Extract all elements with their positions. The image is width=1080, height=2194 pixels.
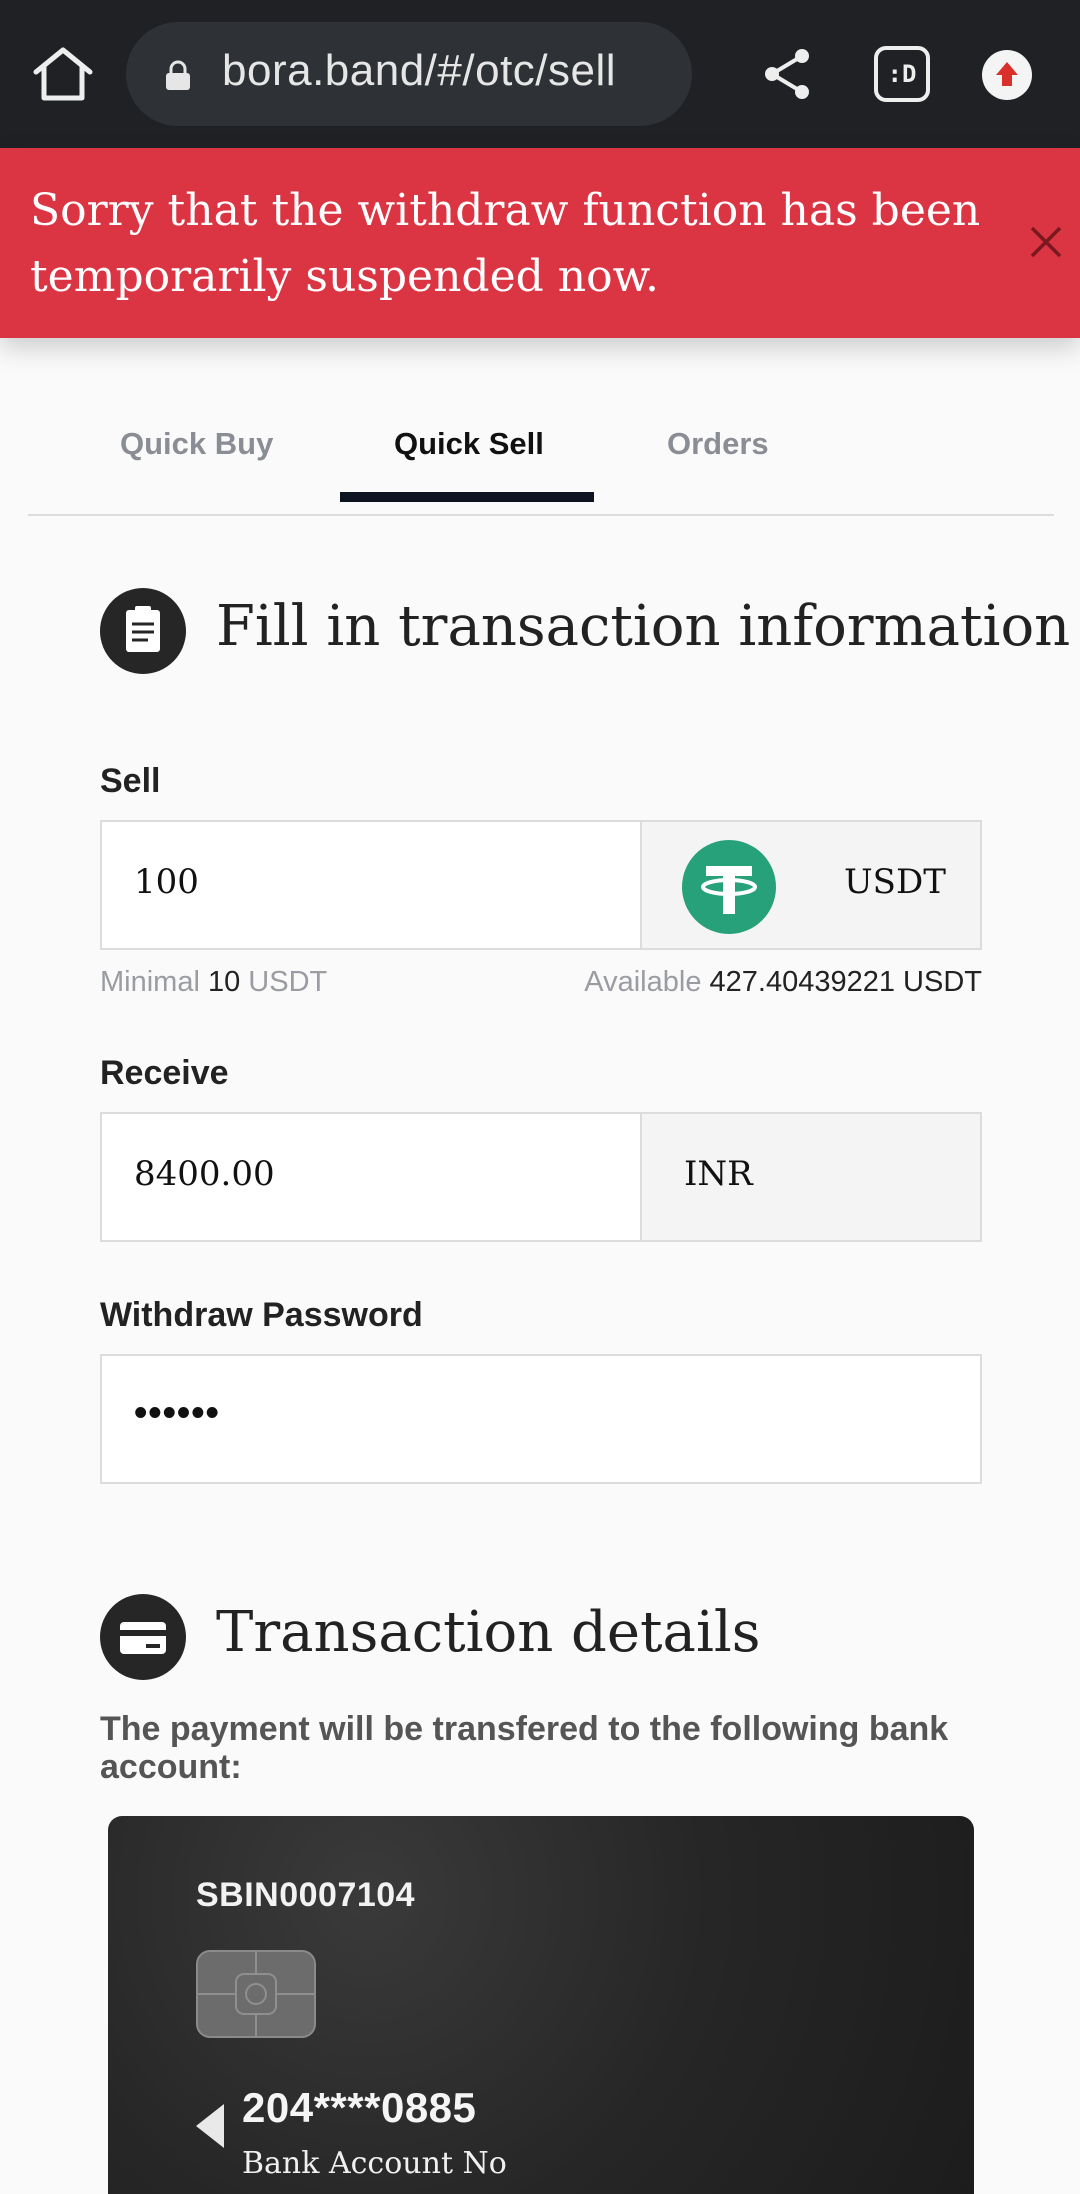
receive-amount-input[interactable]: 8400.00: [102, 1114, 640, 1240]
section-title-transaction-details: Transaction details: [216, 1600, 761, 1665]
credit-card-icon: [100, 1594, 186, 1680]
clipboard-icon: [100, 588, 186, 674]
password-masked-value: ••••••: [134, 1392, 220, 1434]
browser-toolbar: bora.band/#/otc/sell :D: [0, 0, 1080, 148]
bank-account-number: 204****0885: [242, 2084, 477, 2131]
sell-amount-value: 100: [134, 862, 199, 902]
tab-orders[interactable]: Orders: [667, 426, 769, 462]
tab-switcher-button[interactable]: :D: [874, 46, 930, 102]
home-icon[interactable]: [30, 44, 96, 104]
receive-currency: INR: [684, 1154, 753, 1194]
available-value: 427.40439221 USDT: [709, 966, 982, 998]
update-icon[interactable]: [982, 50, 1032, 100]
active-tab-indicator: [340, 492, 594, 502]
receive-label: Receive: [100, 1054, 229, 1092]
alert-message: Sorry that the withdraw function has bee…: [30, 185, 981, 302]
available-label: Available: [584, 966, 702, 998]
password-input[interactable]: ••••••: [100, 1354, 982, 1484]
bank-card: SBIN0007104 204****0885 Bank Account No: [108, 1816, 974, 2194]
minimal-hint: Minimal 10 USDT: [100, 966, 327, 999]
minimal-value: 10: [207, 966, 241, 998]
tab-quick-buy[interactable]: Quick Buy: [120, 426, 273, 462]
available-hint: Available 427.40439221 USDT: [584, 966, 982, 999]
bank-ifsc-code: SBIN0007104: [196, 1876, 416, 1914]
tab-quick-sell[interactable]: Quick Sell: [394, 426, 544, 462]
minimal-unit: USDT: [248, 966, 328, 998]
bank-account-label: Bank Account No: [242, 2146, 507, 2181]
url-text: bora.band/#/otc/sell: [222, 46, 617, 95]
password-label: Withdraw Password: [100, 1296, 423, 1334]
payment-description: The payment will be transfered to the fo…: [100, 1710, 949, 1786]
address-bar[interactable]: bora.band/#/otc/sell: [126, 22, 692, 126]
receive-amount-value: 8400.00: [134, 1154, 275, 1194]
sell-field: 100 USDT: [100, 820, 982, 950]
tab-bar: Quick Buy Quick Sell Orders: [28, 390, 1054, 516]
card-prev-arrow-icon[interactable]: [196, 2104, 224, 2148]
close-icon[interactable]: [1026, 222, 1066, 262]
sell-currency: USDT: [844, 862, 946, 902]
share-icon[interactable]: [758, 44, 818, 104]
tether-icon: [682, 840, 776, 934]
card-chip-icon: [196, 1950, 316, 2038]
sell-label: Sell: [100, 762, 161, 800]
error-alert: Sorry that the withdraw function has bee…: [0, 148, 1080, 338]
sell-currency-select[interactable]: USDT: [640, 822, 980, 948]
lock-icon: [164, 60, 192, 90]
minimal-label: Minimal: [100, 966, 200, 998]
section-title-transaction-info: Fill in transaction information: [216, 594, 1071, 659]
sell-amount-input[interactable]: 100: [102, 822, 640, 948]
receive-field: 8400.00 INR: [100, 1112, 982, 1242]
receive-currency-select[interactable]: INR: [640, 1114, 980, 1240]
